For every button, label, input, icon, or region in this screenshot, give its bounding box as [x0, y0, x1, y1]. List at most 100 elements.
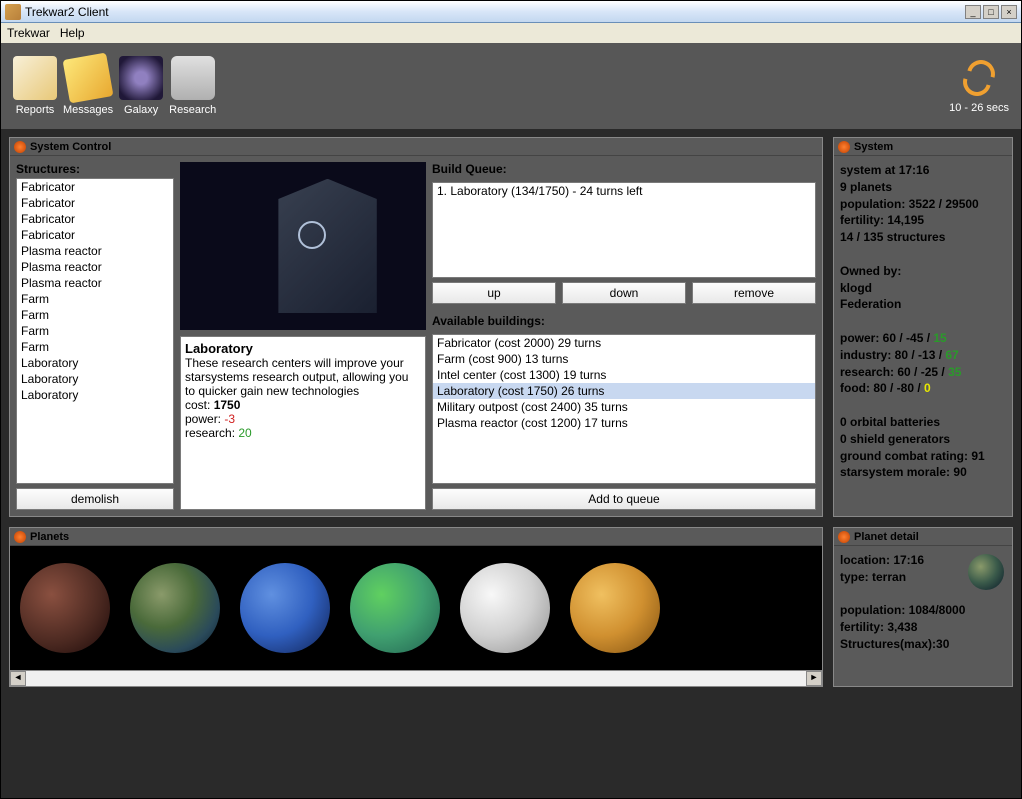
list-item[interactable]: Plasma reactor (cost 1200) 17 turns [433, 415, 815, 431]
system-shield: 0 shield generators [840, 431, 1006, 448]
list-item[interactable]: 1. Laboratory (134/1750) - 24 turns left [433, 183, 815, 199]
scroll-left-icon[interactable]: ◄ [10, 671, 26, 686]
system-industry: industry: 80 / -13 / 67 [840, 347, 1006, 364]
list-item[interactable]: Laboratory [17, 371, 173, 387]
refresh-icon[interactable] [959, 58, 999, 98]
desc-cost: 1750 [214, 398, 241, 412]
list-item[interactable]: Laboratory [17, 355, 173, 371]
reports-label: Reports [16, 104, 55, 116]
minimize-button[interactable]: _ [965, 5, 981, 19]
system-power: power: 60 / -45 / 15 [840, 330, 1006, 347]
system-orbital: 0 orbital batteries [840, 414, 1006, 431]
maximize-button[interactable]: □ [983, 5, 999, 19]
system-combat: ground combat rating: 91 [840, 448, 1006, 465]
planet-1[interactable] [20, 563, 110, 653]
system-population: population: 3522 / 29500 [840, 196, 1006, 213]
queue-label: Build Queue: [432, 162, 816, 176]
system-title: System [854, 141, 893, 153]
list-item[interactable]: Intel center (cost 1300) 19 turns [433, 367, 815, 383]
galaxy-icon [119, 56, 163, 100]
list-item[interactable]: Farm [17, 339, 173, 355]
system-panel: System system at 17:16 9 planets populat… [833, 137, 1013, 517]
messages-icon [63, 53, 114, 104]
menu-help[interactable]: Help [60, 26, 85, 40]
messages-label: Messages [63, 104, 113, 116]
panel-icon [14, 531, 26, 543]
structures-label: Structures: [16, 162, 174, 176]
building-image [180, 162, 426, 330]
available-label: Available buildings: [432, 314, 816, 328]
list-item[interactable]: Plasma reactor [17, 243, 173, 259]
desc-cost-label: cost: [185, 398, 210, 412]
list-item[interactable]: Farm (cost 900) 13 turns [433, 351, 815, 367]
planet-population: population: 1084/8000 [840, 602, 1006, 619]
list-item[interactable]: Fabricator [17, 211, 173, 227]
system-control-title: System Control [30, 141, 111, 153]
scroll-track[interactable] [26, 671, 806, 686]
desc-name: Laboratory [185, 341, 421, 356]
planets-panel: Planets ◄ ► [9, 527, 823, 687]
planet-2[interactable] [130, 563, 220, 653]
main-content: System Control Structures: FabricatorFab… [1, 129, 1021, 798]
close-button[interactable]: × [1001, 5, 1017, 19]
menu-trekwar[interactable]: Trekwar [7, 26, 50, 40]
up-button[interactable]: up [432, 282, 556, 304]
list-item[interactable]: Fabricator [17, 227, 173, 243]
titlebar[interactable]: Trekwar2 Client _ □ × [1, 1, 1021, 23]
system-faction: Federation [840, 296, 1006, 313]
menubar: Trekwar Help [1, 23, 1021, 43]
build-queue-list[interactable]: 1. Laboratory (134/1750) - 24 turns left [432, 182, 816, 278]
system-food: food: 80 / -80 / 0 [840, 380, 1006, 397]
list-item[interactable]: Plasma reactor [17, 275, 173, 291]
system-control-panel: System Control Structures: FabricatorFab… [9, 137, 823, 517]
system-fertility: fertility: 14,195 [840, 212, 1006, 229]
system-header: System [834, 138, 1012, 156]
structures-list[interactable]: FabricatorFabricatorFabricatorFabricator… [16, 178, 174, 484]
system-location: system at 17:16 [840, 162, 1006, 179]
scroll-right-icon[interactable]: ► [806, 671, 822, 686]
planet-4[interactable] [350, 563, 440, 653]
list-item[interactable]: Laboratory (cost 1750) 26 turns [433, 383, 815, 399]
desc-research: 20 [238, 426, 251, 440]
list-item[interactable]: Laboratory [17, 387, 173, 403]
toolbar-messages[interactable]: Messages [63, 56, 113, 116]
list-item[interactable]: Farm [17, 291, 173, 307]
planets-scrollbar[interactable]: ◄ ► [10, 670, 822, 686]
panel-icon [14, 141, 26, 153]
list-item[interactable]: Fabricator [17, 179, 173, 195]
demolish-button[interactable]: demolish [16, 488, 174, 510]
app-window: Trekwar2 Client _ □ × Trekwar Help Repor… [0, 0, 1022, 799]
building-description: Laboratory These research centers will i… [180, 336, 426, 510]
list-item[interactable]: Fabricator (cost 2000) 29 turns [433, 335, 815, 351]
system-owned-by: Owned by: [840, 263, 1006, 280]
list-item[interactable]: Farm [17, 323, 173, 339]
system-planets: 9 planets [840, 179, 1006, 196]
planet-6[interactable] [570, 563, 660, 653]
planets-title: Planets [30, 531, 69, 543]
system-morale: starsystem morale: 90 [840, 464, 1006, 481]
available-buildings-list[interactable]: Fabricator (cost 2000) 29 turnsFarm (cos… [432, 334, 816, 484]
list-item[interactable]: Farm [17, 307, 173, 323]
toolbar-galaxy[interactable]: Galaxy [119, 56, 163, 116]
toolbar-reports[interactable]: Reports [13, 56, 57, 116]
planet-detail-panel: Planet detail location: 17:16 type: terr… [833, 527, 1013, 687]
down-button[interactable]: down [562, 282, 686, 304]
list-item[interactable]: Fabricator [17, 195, 173, 211]
research-icon [171, 56, 215, 100]
list-item[interactable]: Plasma reactor [17, 259, 173, 275]
planet-structures: Structures(max):30 [840, 636, 1006, 653]
desc-text: These research centers will improve your… [185, 356, 421, 398]
desc-power-label: power: [185, 412, 221, 426]
galaxy-label: Galaxy [124, 104, 158, 116]
remove-button[interactable]: remove [692, 282, 816, 304]
reports-icon [13, 56, 57, 100]
system-structures: 14 / 135 structures [840, 229, 1006, 246]
add-to-queue-button[interactable]: Add to queue [432, 488, 816, 510]
planet-3[interactable] [240, 563, 330, 653]
planets-strip[interactable] [10, 546, 822, 670]
toolbar-research[interactable]: Research [169, 56, 216, 116]
planet-5[interactable] [460, 563, 550, 653]
desc-power: -3 [224, 412, 235, 426]
list-item[interactable]: Military outpost (cost 2400) 35 turns [433, 399, 815, 415]
planet-thumb [968, 554, 1004, 590]
